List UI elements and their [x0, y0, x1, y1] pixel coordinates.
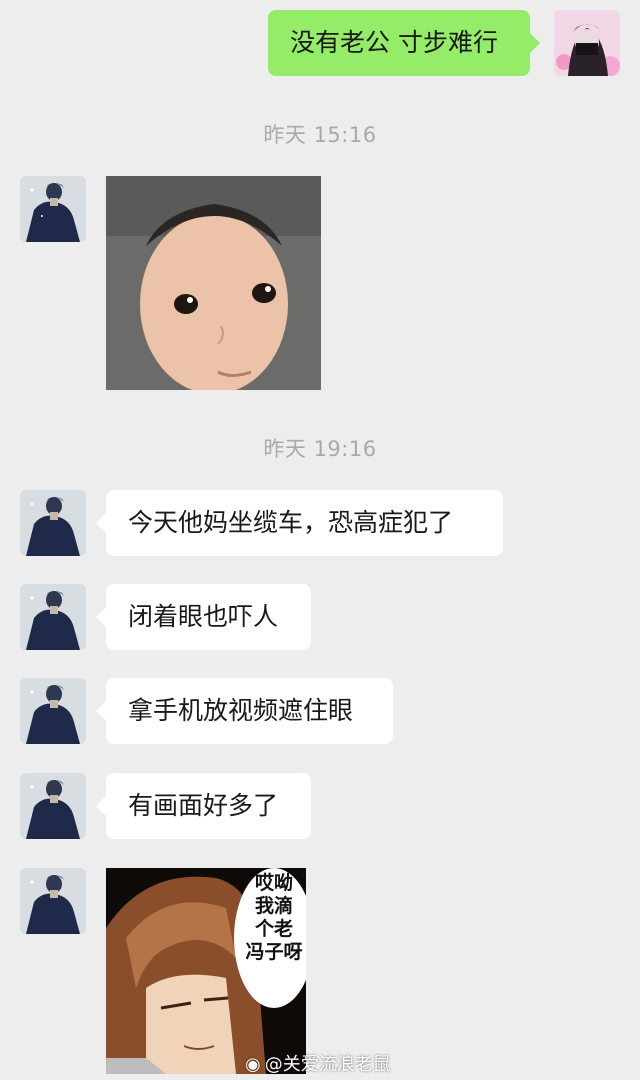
- message-bubble-other[interactable]: 有画面好多了: [96, 773, 311, 839]
- contact-avatar-image: [20, 773, 86, 839]
- caption-line: 冯子呀: [245, 941, 303, 963]
- contact-avatar-image: [20, 868, 86, 934]
- contact-avatar[interactable]: [20, 868, 86, 934]
- caption-line: 哎呦: [254, 872, 293, 894]
- self-avatar-image: [554, 10, 620, 76]
- caption-line: 个老: [254, 918, 293, 940]
- contact-avatar-image: [20, 678, 86, 744]
- contact-avatar-image: [20, 490, 86, 556]
- message-text: 闭着眼也吓人: [128, 602, 279, 631]
- message-text: 没有老公 寸步难行: [290, 28, 498, 57]
- timestamp: 昨天 15:16: [263, 123, 377, 147]
- message-text: 今天他妈坐缆车，恐高症犯了: [128, 508, 454, 537]
- manga-image-message[interactable]: 哎呦 我滴 个老 冯子呀: [106, 868, 306, 1074]
- baby-face-image: [106, 176, 321, 390]
- contact-avatar[interactable]: [20, 678, 86, 744]
- weibo-watermark: ◉ @关爱流浪老鼠: [245, 1050, 391, 1076]
- message-bubble-other[interactable]: 闭着眼也吓人: [96, 584, 311, 650]
- self-avatar[interactable]: [554, 10, 620, 76]
- caption-line: 我滴: [254, 895, 293, 917]
- manga-caption: 哎呦 我滴 个老 冯子呀: [239, 872, 306, 964]
- contact-avatar[interactable]: [20, 584, 86, 650]
- timestamp: 昨天 19:16: [263, 437, 377, 461]
- message-bubble-other[interactable]: 今天他妈坐缆车，恐高症犯了: [96, 490, 503, 556]
- contact-avatar-image: [20, 176, 86, 242]
- chat-area: 没有老公 寸步难行 昨天 15:16 昨天 19:16 今天他妈坐缆车，恐高症犯…: [0, 0, 640, 1080]
- baby-image-message[interactable]: [106, 176, 321, 390]
- contact-avatar[interactable]: [20, 490, 86, 556]
- contact-avatar-image: [20, 584, 86, 650]
- message-text: 有画面好多了: [128, 791, 279, 820]
- message-text: 拿手机放视频遮住眼: [128, 696, 354, 725]
- contact-avatar[interactable]: [20, 773, 86, 839]
- message-bubble-other[interactable]: 拿手机放视频遮住眼: [96, 678, 393, 744]
- message-bubble-self[interactable]: 没有老公 寸步难行: [268, 10, 540, 76]
- watermark-text: @关爱流浪老鼠: [264, 1054, 391, 1075]
- weibo-icon: ◉: [245, 1054, 261, 1075]
- contact-avatar[interactable]: [20, 176, 86, 242]
